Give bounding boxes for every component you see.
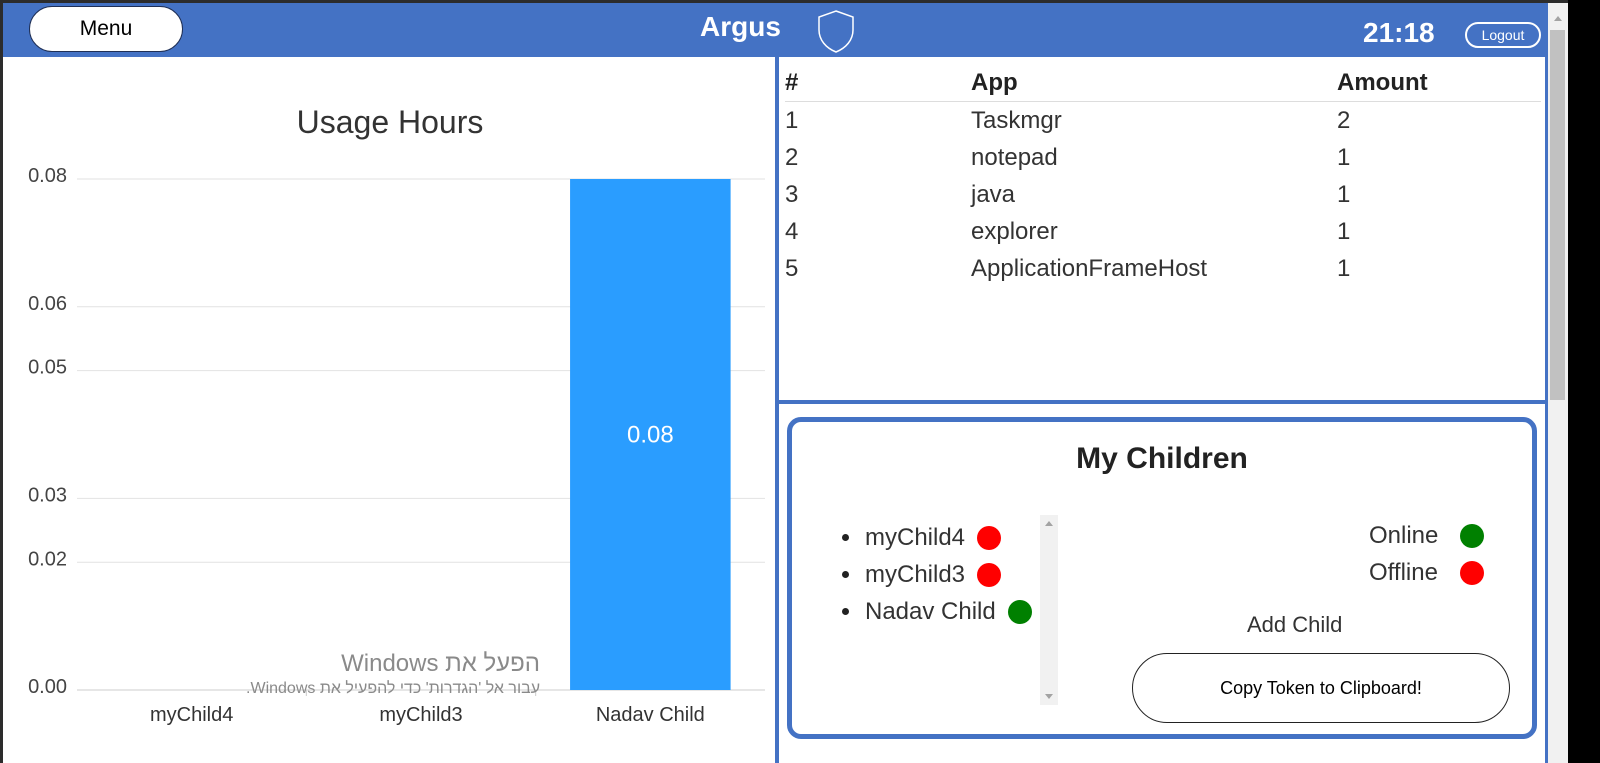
offline-status-icon	[977, 562, 1002, 587]
top-navbar: Menu Argus 21:18 Logout	[0, 0, 1600, 57]
app-usage-table: # App Amount 1 Taskmgr 2 2 notepad 1 3 j…	[785, 67, 1541, 287]
y-tick-label: 0.03	[28, 484, 67, 506]
child-item[interactable]: myChild4	[842, 519, 1032, 556]
clock-time: 21:18	[1363, 17, 1435, 48]
table-row: 4 explorer 1	[785, 213, 1541, 250]
table-row: 3 java 1	[785, 176, 1541, 213]
legend-offline: Offline	[1369, 559, 1484, 587]
table-row: 2 notepad 1	[785, 139, 1541, 176]
online-status-icon	[1460, 524, 1485, 548]
bullet-icon	[842, 534, 849, 541]
row-index: 3	[785, 181, 799, 208]
table-header-row: # App Amount	[785, 67, 1541, 102]
child-item[interactable]: myChild3	[842, 556, 1032, 593]
child-name: Nadav Child	[865, 597, 996, 625]
scrollbar-thumb[interactable]	[1550, 30, 1565, 400]
menu-button[interactable]: Menu	[29, 6, 183, 52]
offline-status-icon	[1459, 561, 1484, 585]
scroll-up-icon[interactable]	[1045, 521, 1053, 526]
row-amount: 1	[1337, 255, 1351, 282]
table-row: 5 ApplicationFrameHost 1	[785, 250, 1541, 287]
y-tick-label: 0.08	[28, 165, 67, 187]
x-tick-label: Nadav Child	[596, 704, 705, 726]
online-status-icon	[1007, 599, 1032, 624]
row-app: explorer	[971, 218, 1058, 245]
y-tick-label: 0.00	[28, 676, 67, 698]
my-children-panel: My Children myChild4 myChild3 Nadav Chil…	[787, 417, 1537, 739]
shield-icon	[818, 10, 854, 53]
row-app: Taskmgr	[971, 107, 1062, 134]
row-index: 5	[785, 255, 799, 282]
chart-title: Usage Hours	[297, 104, 484, 140]
row-app: ApplicationFrameHost	[971, 255, 1208, 282]
column-header-amount: Amount	[1337, 67, 1541, 102]
x-tick-label: myChild4	[150, 704, 233, 726]
y-tick-label: 0.05	[28, 357, 67, 379]
windows-activation-watermark: הפעל את Windows עבור אל 'הגדרות' כדי להפ…	[80, 650, 540, 698]
child-name: myChild4	[865, 523, 966, 551]
copy-token-button[interactable]: Copy Token to Clipboard!	[1132, 653, 1510, 723]
y-tick-label: 0.02	[28, 548, 67, 570]
row-app: java	[971, 181, 1016, 208]
row-index: 4	[785, 218, 799, 245]
bullet-icon	[842, 608, 849, 615]
column-header-index: #	[785, 67, 971, 102]
y-tick-label: 0.06	[28, 293, 67, 315]
legend-online-label: Online	[1369, 522, 1439, 549]
row-amount: 1	[1337, 218, 1351, 245]
add-child-button[interactable]: Add Child	[1247, 612, 1342, 638]
horizontal-divider	[779, 400, 1547, 404]
row-amount: 2	[1337, 107, 1351, 134]
scroll-down-icon[interactable]	[1045, 694, 1053, 699]
table-row: 1 Taskmgr 2	[785, 102, 1541, 140]
logout-button[interactable]: Logout	[1465, 22, 1541, 48]
app-usage-table-panel: # App Amount 1 Taskmgr 2 2 notepad 1 3 j…	[779, 57, 1547, 400]
column-header-app: App	[971, 67, 1337, 102]
children-title: My Children	[1076, 442, 1248, 475]
scroll-up-icon[interactable]	[1554, 16, 1562, 21]
row-amount: 1	[1337, 181, 1351, 208]
legend-offline-label: Offline	[1369, 559, 1438, 586]
child-item[interactable]: Nadav Child	[842, 593, 1032, 630]
screen-edge	[1568, 0, 1600, 763]
child-name: myChild3	[865, 560, 966, 588]
children-list: myChild4 myChild3 Nadav Child	[842, 519, 1032, 630]
bar-data-label: 0.08	[627, 422, 674, 449]
row-app: notepad	[971, 144, 1058, 171]
offline-status-icon	[977, 525, 1002, 550]
row-index: 2	[785, 144, 799, 171]
row-amount: 1	[1337, 144, 1351, 171]
x-tick-label: myChild3	[379, 704, 462, 726]
page-scrollbar[interactable]	[1548, 3, 1568, 763]
legend-online: Online	[1369, 522, 1485, 550]
watermark-line1: הפעל את Windows	[341, 650, 540, 677]
app-title: Argus	[700, 11, 781, 42]
bullet-icon	[842, 571, 849, 578]
watermark-line2: עבור אל 'הגדרות' כדי להפעיל את Windows.	[246, 680, 540, 697]
row-index: 1	[785, 107, 799, 134]
children-list-scrollbar[interactable]	[1040, 515, 1058, 705]
